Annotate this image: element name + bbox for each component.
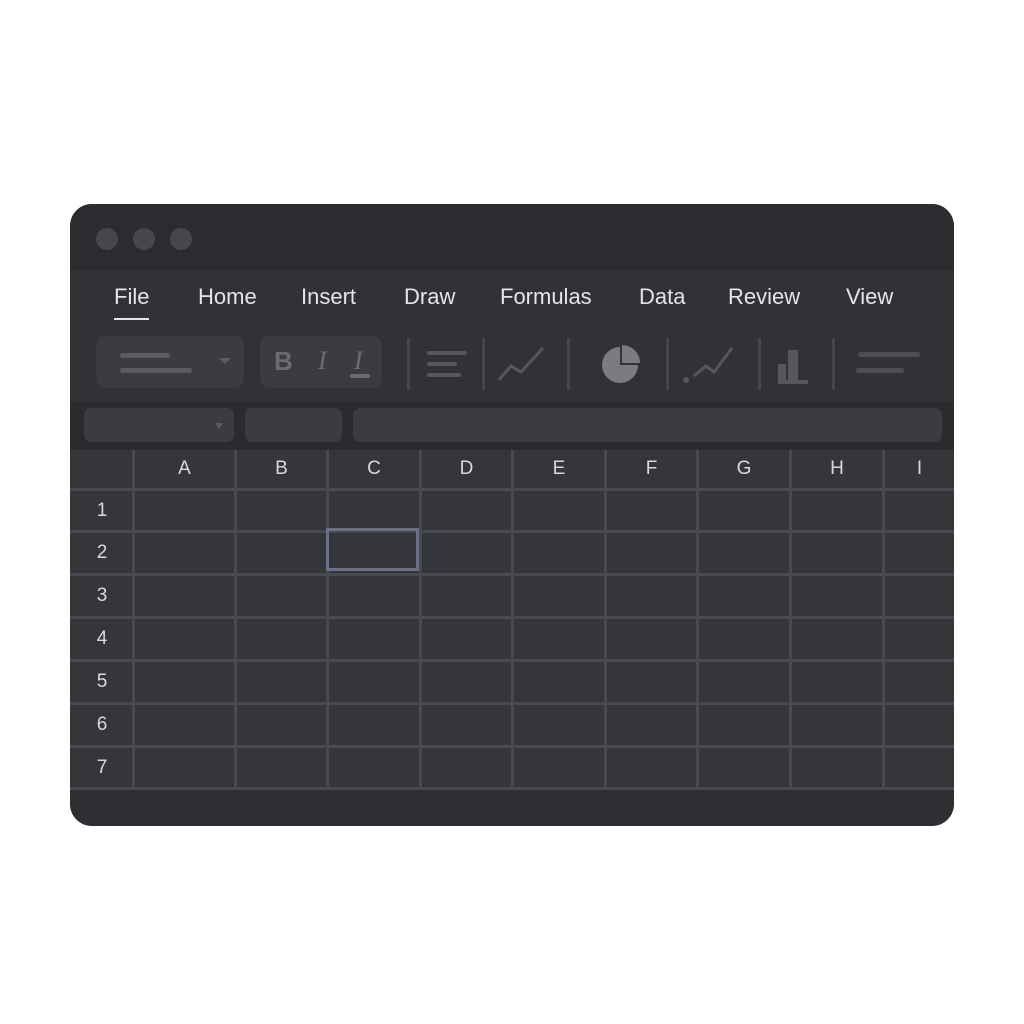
- maximize-window-button[interactable]: [170, 228, 192, 250]
- toolbar-divider: [567, 338, 570, 390]
- spreadsheet-grid[interactable]: A B C D E F G H I 1 2 3 4 5 6 7: [70, 450, 954, 790]
- column-header-b[interactable]: B: [237, 450, 326, 488]
- italic-button[interactable]: I: [318, 346, 327, 376]
- column-header-i[interactable]: I: [885, 450, 954, 488]
- menu-review[interactable]: Review: [728, 284, 800, 312]
- grid-line: [696, 450, 699, 790]
- bar-chart-icon[interactable]: [776, 346, 810, 386]
- toolbar-divider: [758, 338, 761, 390]
- row-header-6[interactable]: 6: [70, 705, 134, 745]
- column-header-g[interactable]: G: [699, 450, 789, 488]
- menu-home[interactable]: Home: [198, 284, 257, 312]
- column-header-c[interactable]: C: [329, 450, 419, 488]
- row-header-7[interactable]: 7: [70, 748, 134, 787]
- chevron-down-icon: [215, 423, 223, 429]
- column-header-e[interactable]: E: [514, 450, 604, 488]
- menu-bar: File Home Insert Draw Formulas Data Revi…: [70, 270, 954, 326]
- grid-line: [326, 450, 329, 790]
- grid-line: [511, 450, 514, 790]
- underline-button[interactable]: I: [350, 342, 376, 382]
- toolbar-divider: [407, 338, 410, 390]
- toolbar-divider: [482, 338, 485, 390]
- close-window-button[interactable]: [96, 228, 118, 250]
- name-box[interactable]: [84, 408, 234, 442]
- menu-view[interactable]: View: [846, 284, 893, 312]
- line-chart-icon[interactable]: [495, 342, 547, 386]
- text-format-group: B I I: [260, 336, 382, 388]
- underline-bar: [350, 374, 370, 378]
- chevron-down-icon: [219, 358, 231, 364]
- pie-chart-icon[interactable]: [600, 345, 640, 385]
- column-header-d[interactable]: D: [422, 450, 511, 488]
- toolbar-divider: [666, 338, 669, 390]
- ribbon-toolbar: B I I: [70, 326, 954, 402]
- formula-input[interactable]: [353, 408, 942, 442]
- toolbar-divider: [832, 338, 835, 390]
- column-header-h[interactable]: H: [792, 450, 882, 488]
- align-left-icon[interactable]: [425, 344, 469, 384]
- menu-draw[interactable]: Draw: [404, 284, 455, 312]
- row-header-5[interactable]: 5: [70, 662, 134, 702]
- column-header-a[interactable]: A: [135, 450, 234, 488]
- font-style-dropdown[interactable]: [96, 336, 244, 388]
- column-header-f[interactable]: F: [607, 450, 696, 488]
- row-header-3[interactable]: 3: [70, 576, 134, 616]
- more-options-icon[interactable]: [854, 350, 924, 380]
- selected-cell[interactable]: [326, 528, 419, 571]
- menu-formulas[interactable]: Formulas: [500, 284, 592, 312]
- row-header-2[interactable]: 2: [70, 533, 134, 573]
- grid-line: [882, 450, 885, 790]
- grid-line: [789, 450, 792, 790]
- function-box[interactable]: [245, 408, 342, 442]
- underline-glyph: I: [354, 346, 363, 375]
- spreadsheet-window: File Home Insert Draw Formulas Data Revi…: [70, 204, 954, 826]
- menu-data[interactable]: Data: [639, 284, 685, 312]
- row-header-4[interactable]: 4: [70, 619, 134, 659]
- minimize-window-button[interactable]: [133, 228, 155, 250]
- bold-button[interactable]: B: [274, 346, 293, 377]
- formula-bar: [70, 402, 954, 450]
- title-bar[interactable]: [70, 204, 954, 270]
- sheet-footer: [70, 790, 954, 826]
- menu-insert[interactable]: Insert: [301, 284, 356, 312]
- row-header-1[interactable]: 1: [70, 491, 134, 530]
- grid-line: [604, 450, 607, 790]
- menu-file[interactable]: File: [114, 284, 150, 320]
- scatter-chart-icon[interactable]: [680, 342, 736, 386]
- grid-line: [234, 450, 237, 790]
- grid-line: [419, 450, 422, 790]
